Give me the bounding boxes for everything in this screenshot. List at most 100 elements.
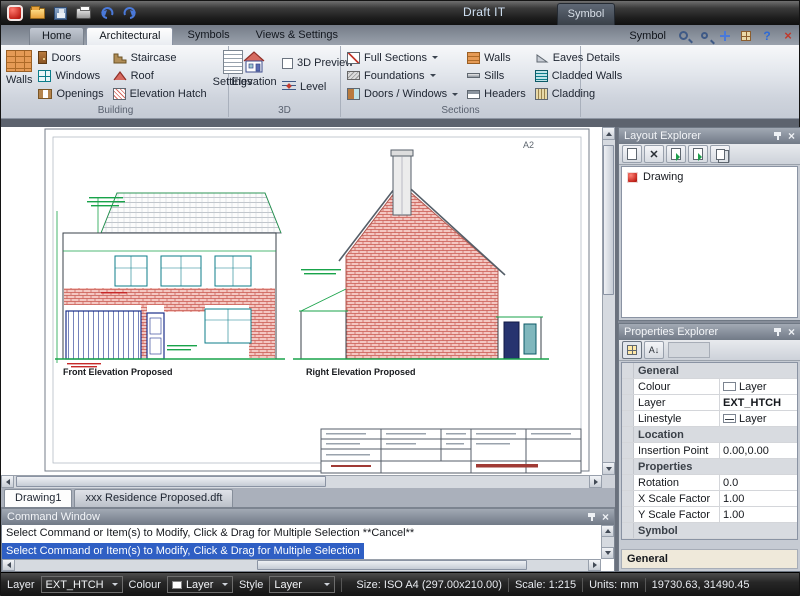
foundations-button[interactable]: Foundations <box>344 67 461 84</box>
scale-indicator: Scale: 1:215 <box>515 579 576 591</box>
property-linestyle[interactable]: LinestyleLayer <box>622 411 797 427</box>
contextual-tab-symbol[interactable]: Symbol <box>557 3 615 25</box>
canvas-vertical-scrollbar[interactable] <box>602 127 615 475</box>
front-elevation-label[interactable]: Front Elevation Proposed <box>63 367 173 377</box>
category-general[interactable]: General <box>622 363 797 379</box>
layout-explorer-title: Layout Explorer <box>624 130 701 142</box>
scroll-down-button[interactable] <box>601 547 614 559</box>
level-icon <box>282 81 296 93</box>
doc-tab-drawing1[interactable]: Drawing1 <box>4 489 72 507</box>
roof-button[interactable]: Roof <box>110 67 210 84</box>
zoom-window-button[interactable] <box>674 27 692 44</box>
scroll-left-button[interactable] <box>2 559 15 571</box>
alphabetical-sort-button[interactable]: A↓ <box>644 341 664 359</box>
copy-layout-button[interactable] <box>710 145 730 163</box>
tab-architectural[interactable]: Architectural <box>86 27 173 45</box>
layout-item-label: Drawing <box>643 171 683 183</box>
tab-symbols[interactable]: Symbols <box>175 27 241 45</box>
garage-door[interactable] <box>66 311 141 359</box>
symbol-context-label[interactable]: Symbol <box>629 30 666 42</box>
tab-views-settings[interactable]: Views & Settings <box>244 27 350 45</box>
scroll-down-button[interactable] <box>602 462 615 475</box>
walls-button[interactable]: Walls <box>6 48 32 103</box>
command-horizontal-scrollbar[interactable] <box>2 559 601 571</box>
drawing-canvas[interactable]: A2 <box>1 127 602 475</box>
app-menu-button[interactable] <box>5 4 24 22</box>
title-block[interactable] <box>321 429 581 473</box>
categorized-view-button[interactable] <box>622 341 642 359</box>
close-icon[interactable]: × <box>788 326 795 338</box>
right-elevation-label[interactable]: Right Elevation Proposed <box>306 367 416 377</box>
doc-tab-residence[interactable]: xxx Residence Proposed.dft <box>74 489 233 507</box>
zoom-in-button[interactable] <box>695 27 713 44</box>
command-window-caption[interactable]: Command Window × <box>2 509 614 525</box>
export-layout-button[interactable] <box>688 145 708 163</box>
style-dropdown[interactable]: Layer <box>269 576 335 593</box>
category-properties[interactable]: Properties <box>622 459 797 475</box>
close-icon[interactable]: × <box>602 511 609 523</box>
property-insertion-point[interactable]: Insertion Point0.00,0.00 <box>622 443 797 459</box>
section-walls-button[interactable]: Walls <box>464 49 529 66</box>
property-y-scale[interactable]: Y Scale Factor1.00 <box>622 507 797 523</box>
headers-button[interactable]: Headers <box>464 86 529 103</box>
canvas-horizontal-scrollbar[interactable] <box>1 475 602 488</box>
category-symbol[interactable]: Symbol <box>622 523 797 539</box>
command-vertical-scrollbar[interactable] <box>601 525 614 559</box>
command-history[interactable]: Select Command or Item(s) to Modify, Cli… <box>2 525 601 559</box>
pin-icon[interactable] <box>773 327 782 337</box>
save-button[interactable] <box>51 4 70 22</box>
vertical-scroll-thumb[interactable] <box>603 145 614 295</box>
layout-explorer-caption[interactable]: Layout Explorer × <box>619 128 800 144</box>
doors-button[interactable]: Doors <box>35 49 106 66</box>
scroll-up-button[interactable] <box>601 525 614 537</box>
colour-dropdown[interactable]: Layer <box>167 576 233 593</box>
staircase-button[interactable]: Staircase <box>110 49 210 66</box>
undo-button[interactable] <box>97 4 116 22</box>
horizontal-scroll-thumb[interactable] <box>16 476 326 487</box>
close-document-button[interactable]: × <box>779 27 797 44</box>
layout-list[interactable]: Drawing <box>621 166 798 318</box>
sills-button[interactable]: Sills <box>464 67 529 84</box>
doors-windows-button[interactable]: Doors / Windows <box>344 86 461 103</box>
property-layer[interactable]: LayerEXT_HTCH <box>622 395 797 411</box>
full-sections-button[interactable]: Full Sections <box>344 49 461 66</box>
new-layout-button[interactable] <box>622 145 642 163</box>
delete-layout-button[interactable]: ✕ <box>644 145 664 163</box>
horizontal-scroll-thumb[interactable] <box>257 560 527 570</box>
dropdown-arrow-icon <box>432 56 438 59</box>
category-location[interactable]: Location <box>622 427 797 443</box>
layout-item-drawing[interactable]: Drawing <box>625 170 794 184</box>
import-layout-button[interactable] <box>666 145 686 163</box>
open-button[interactable] <box>28 4 47 22</box>
dropdown-arrow-icon <box>430 74 436 77</box>
cladding-button[interactable]: Cladding <box>532 86 626 103</box>
scroll-left-button[interactable] <box>1 475 14 488</box>
scroll-right-button[interactable] <box>589 475 602 488</box>
cladded-walls-button[interactable]: Cladded Walls <box>532 67 626 84</box>
print-button[interactable] <box>74 4 93 22</box>
properties-explorer-caption[interactable]: Properties Explorer × <box>619 324 800 340</box>
property-colour[interactable]: ColourLayer <box>622 379 797 395</box>
eaves-details-button[interactable]: Eaves Details <box>532 49 626 66</box>
elevation-button[interactable]: Elevation <box>232 48 276 103</box>
tab-home[interactable]: Home <box>29 27 84 45</box>
pan-button[interactable] <box>716 27 734 44</box>
cad-drawing[interactable]: A2 <box>1 127 602 475</box>
close-icon[interactable]: × <box>788 130 795 142</box>
grid-settings-button[interactable] <box>737 27 755 44</box>
help-button[interactable]: ? <box>758 27 776 44</box>
property-x-scale[interactable]: X Scale Factor1.00 <box>622 491 797 507</box>
front-door[interactable] <box>147 313 164 359</box>
elevation-hatch-button[interactable]: Elevation Hatch <box>110 86 210 103</box>
layer-dropdown[interactable]: EXT_HTCH <box>41 576 123 593</box>
openings-button[interactable]: Openings <box>35 86 106 103</box>
property-rotation[interactable]: Rotation0.0 <box>622 475 797 491</box>
scroll-right-button[interactable] <box>588 559 601 571</box>
pin-icon[interactable] <box>773 131 782 141</box>
windows-button[interactable]: Windows <box>35 67 106 84</box>
pin-icon[interactable] <box>587 512 596 522</box>
command-prompt-line[interactable]: Select Command or Item(s) to Modify, Cli… <box>2 543 364 559</box>
scroll-up-button[interactable] <box>602 127 615 140</box>
checkbox-icon[interactable] <box>282 58 293 69</box>
redo-button[interactable] <box>120 4 139 22</box>
